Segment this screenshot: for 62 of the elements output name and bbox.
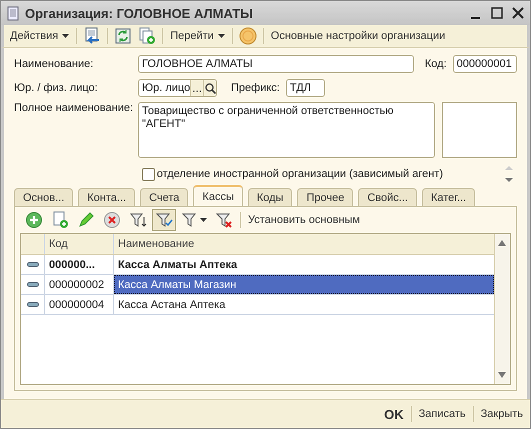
tab[interactable]: Свойс... xyxy=(358,188,417,206)
add-icon xyxy=(25,211,43,229)
filter-clear-icon xyxy=(215,211,233,229)
search-button[interactable] xyxy=(203,80,216,96)
full-name-field[interactable]: Товарищество с ограниченной ответственностью "АГЕНТ" xyxy=(138,102,435,158)
table-cell: 000000004 xyxy=(45,295,114,314)
table-cell: 000000... xyxy=(45,255,114,274)
prefix-field[interactable]: ТДЛ xyxy=(286,79,325,97)
table-cell[interactable]: Касса Алматы Аптека xyxy=(114,255,494,274)
delete-icon xyxy=(103,211,121,229)
field-value: Юр. лицо xyxy=(142,82,190,94)
footer-button[interactable]: OK xyxy=(381,406,407,422)
field-label: Код: xyxy=(424,58,447,70)
menu-button[interactable]: Действия xyxy=(7,26,72,46)
filter-icon xyxy=(155,211,173,229)
field-label: Полное наименование: xyxy=(14,102,134,114)
field-label: Юр. / физ. лицо: xyxy=(14,82,99,94)
maximize-icon[interactable] xyxy=(491,7,503,19)
window-title: Организация: ГОЛОВНОЕ АЛМАТЫ xyxy=(25,6,254,20)
menu-button[interactable]: Перейти xyxy=(167,26,228,46)
tab[interactable]: Кассы xyxy=(193,185,243,206)
row-marker-icon xyxy=(26,302,38,307)
search-icon xyxy=(204,82,216,94)
pencil-icon xyxy=(77,211,95,229)
tab[interactable]: Коды xyxy=(248,188,292,206)
checkbox-label: отделение иностранной организации (зависимый агент) xyxy=(156,168,443,180)
close-icon[interactable] xyxy=(512,7,524,19)
copy-add-icon xyxy=(138,27,156,45)
select-button[interactable]: ... xyxy=(190,80,204,96)
document-icon xyxy=(7,6,19,20)
row-marker-icon xyxy=(26,282,38,287)
filter-icon xyxy=(181,211,199,229)
tab[interactable]: Основ... xyxy=(14,188,74,206)
field-label: Наименование: xyxy=(14,58,94,70)
refresh-icon xyxy=(114,27,132,45)
tab[interactable]: Счета xyxy=(140,188,188,206)
code-field[interactable]: 000000001 xyxy=(452,55,517,73)
name-field[interactable]: ГОЛОВНОЕ АЛМАТЫ xyxy=(138,55,414,73)
caret-icon xyxy=(218,34,225,38)
tab[interactable]: Катег... xyxy=(422,188,476,206)
scrollbar[interactable] xyxy=(494,234,510,384)
table-cell[interactable]: Касса Астана Аптека xyxy=(114,295,494,314)
settings-link[interactable]: Основные настройки организации xyxy=(268,26,448,46)
toolbar-button[interactable] xyxy=(152,209,176,231)
caret-icon xyxy=(200,218,207,222)
tab[interactable]: Конта... xyxy=(78,188,136,206)
footer-button[interactable]: Закрыть xyxy=(478,408,526,420)
table-cell[interactable]: Касса Алматы Магазин xyxy=(114,275,494,294)
column-header[interactable]: Код xyxy=(45,234,114,254)
checkbox[interactable] xyxy=(142,168,155,180)
caret-icon xyxy=(62,34,70,38)
row-marker-icon xyxy=(26,262,38,267)
column-header[interactable]: Наименование xyxy=(114,234,494,254)
filter-icon xyxy=(129,211,147,229)
field-label: Префикс: xyxy=(231,82,280,94)
footer-button[interactable]: Записать xyxy=(416,408,469,420)
logo-field[interactable] xyxy=(442,102,517,158)
copy-add-icon xyxy=(51,211,69,229)
set-default-button[interactable]: Установить основным xyxy=(245,210,363,230)
document-arrow-icon xyxy=(83,27,102,45)
tab[interactable]: Прочее xyxy=(297,188,354,206)
person-field[interactable]: Юр. лицо ... xyxy=(138,79,217,97)
